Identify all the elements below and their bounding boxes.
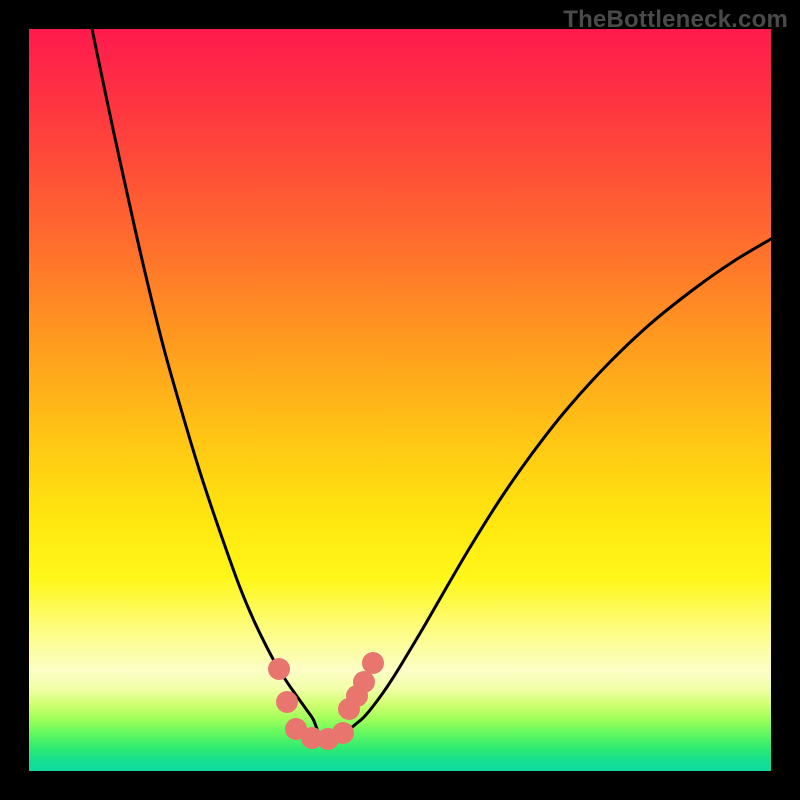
curve-marker <box>276 691 298 713</box>
curve-marker <box>268 658 290 680</box>
curve-marker <box>353 671 375 693</box>
plot-area <box>29 29 771 771</box>
watermark-text: TheBottleneck.com <box>563 6 788 34</box>
curve-markers <box>268 652 384 750</box>
bottleneck-curve <box>92 29 771 739</box>
chart-frame: TheBottleneck.com <box>0 0 800 800</box>
curve-marker <box>362 652 384 674</box>
curve-svg <box>29 29 771 771</box>
curve-marker <box>332 722 354 744</box>
